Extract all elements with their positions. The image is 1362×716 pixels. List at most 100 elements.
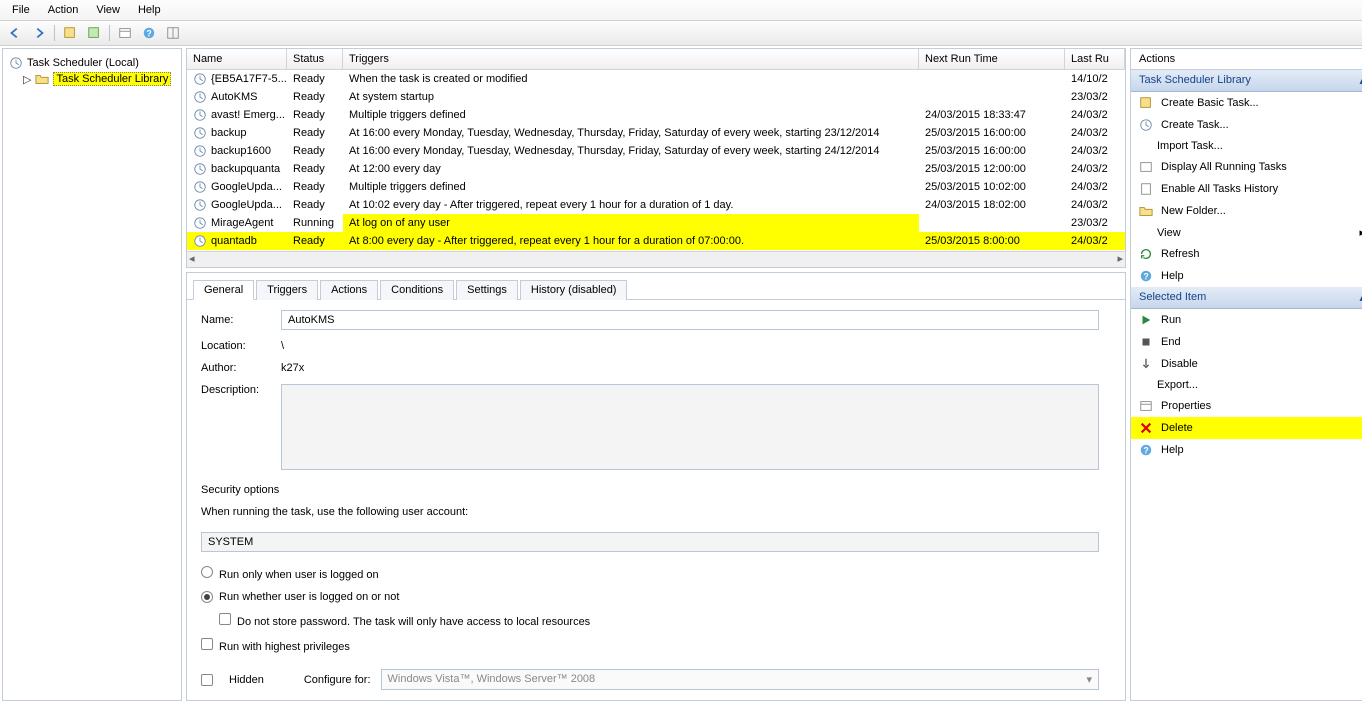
action-refresh[interactable]: Refresh xyxy=(1131,243,1362,265)
col-name[interactable]: Name xyxy=(187,49,287,69)
cell-next: 25/03/2015 16:00:00 xyxy=(919,142,1065,160)
pane-toolbar[interactable] xyxy=(162,23,184,43)
action-new-folder[interactable]: New Folder... xyxy=(1131,200,1362,222)
svg-text:?: ? xyxy=(1143,272,1148,282)
cell-name: GoogleUpda... xyxy=(211,199,282,211)
configure-combo[interactable]: Windows Vista™, Windows Server™ 2008 ▾ xyxy=(381,669,1099,690)
cell-trigger: At system startup xyxy=(343,88,919,106)
check-hidden[interactable] xyxy=(201,674,213,686)
description-field[interactable] xyxy=(281,384,1099,470)
action-export[interactable]: Export... xyxy=(1131,375,1362,395)
help-toolbar[interactable]: ? xyxy=(138,23,160,43)
col-last[interactable]: Last Ru xyxy=(1065,49,1125,69)
radio-logged-or-not[interactable]: Run whether user is logged on or not xyxy=(201,591,1099,603)
nav-tree: Task Scheduler (Local) ▷ Task Scheduler … xyxy=(2,48,182,701)
play-icon xyxy=(1139,313,1153,327)
name-label: Name: xyxy=(201,314,273,326)
action-end[interactable]: End xyxy=(1131,331,1362,353)
table-row[interactable]: GoogleUpda...ReadyAt 10:02 every day - A… xyxy=(187,196,1125,214)
help-icon: ? xyxy=(142,26,156,40)
properties-icon xyxy=(1139,399,1153,413)
tab-conditions[interactable]: Conditions xyxy=(380,280,454,300)
tab-triggers[interactable]: Triggers xyxy=(256,280,318,300)
cell-last: 24/03/2 xyxy=(1065,196,1125,214)
cell-trigger: At 16:00 every Monday, Tuesday, Wednesda… xyxy=(343,124,919,142)
table-row[interactable]: quantadbReadyAt 8:00 every day - After t… xyxy=(187,232,1125,250)
back-button[interactable] xyxy=(4,23,26,43)
cell-last: 24/03/2 xyxy=(1065,124,1125,142)
divider xyxy=(54,25,55,41)
action-view[interactable]: View ▸ xyxy=(1131,222,1362,243)
radio-logged-on[interactable]: Run only when user is logged on xyxy=(201,566,1099,581)
task-icon xyxy=(193,90,207,104)
action-display-running[interactable]: Display All Running Tasks xyxy=(1131,156,1362,178)
author-value: k27x xyxy=(281,362,304,374)
check-highest-priv[interactable]: Run with highest privileges xyxy=(201,638,1099,653)
table-row[interactable]: {EB5A17F7-5...ReadyWhen the task is crea… xyxy=(187,70,1125,88)
tab-settings[interactable]: Settings xyxy=(456,280,518,300)
folder-icon xyxy=(1139,204,1153,218)
action-disable[interactable]: Disable xyxy=(1131,353,1362,375)
stop-icon xyxy=(1139,335,1153,349)
cell-last: 24/03/2 xyxy=(1065,160,1125,178)
actions-panel: Actions Task Scheduler Library ▴ Create … xyxy=(1130,48,1362,701)
menu-file[interactable]: File xyxy=(4,2,38,18)
action-enable-history[interactable]: Enable All Tasks History xyxy=(1131,178,1362,200)
action-create-basic[interactable]: Create Basic Task... xyxy=(1131,92,1362,114)
table-row[interactable]: GoogleUpda...ReadyMultiple triggers defi… xyxy=(187,178,1125,196)
table-row[interactable]: avast! Emerg...ReadyMultiple triggers de… xyxy=(187,106,1125,124)
cell-last: 23/03/2 xyxy=(1065,214,1125,232)
expand-icon[interactable]: ▷ xyxy=(23,73,31,86)
action-create-task[interactable]: Create Task... xyxy=(1131,114,1362,136)
cell-last: 24/03/2 xyxy=(1065,142,1125,160)
action-import[interactable]: Import Task... xyxy=(1131,136,1362,156)
menu-help[interactable]: Help xyxy=(130,2,169,18)
svg-text:?: ? xyxy=(146,29,151,39)
menu-view[interactable]: View xyxy=(88,2,128,18)
table-row[interactable]: MirageAgentRunningAt log on of any user2… xyxy=(187,214,1125,232)
col-status[interactable]: Status xyxy=(287,49,343,69)
hidden-label: Hidden xyxy=(229,674,264,686)
cell-name: {EB5A17F7-5... xyxy=(211,73,287,85)
tree-root[interactable]: Task Scheduler (Local) xyxy=(7,55,177,71)
name-field[interactable]: AutoKMS xyxy=(281,310,1099,330)
table-row[interactable]: AutoKMSReadyAt system startup23/03/2 xyxy=(187,88,1125,106)
author-label: Author: xyxy=(201,362,273,374)
properties-toolbar[interactable] xyxy=(114,23,136,43)
action-properties[interactable]: Properties xyxy=(1131,395,1362,417)
action-help-2[interactable]: ? Help xyxy=(1131,439,1362,461)
tab-actions[interactable]: Actions xyxy=(320,280,378,300)
table-row[interactable]: backupquantaReadyAt 12:00 every day25/03… xyxy=(187,160,1125,178)
col-triggers[interactable]: Triggers xyxy=(343,49,919,69)
tab-history[interactable]: History (disabled) xyxy=(520,280,628,300)
menu-action[interactable]: Action xyxy=(40,2,87,18)
cell-next xyxy=(919,70,1065,88)
task-details: General Triggers Actions Conditions Sett… xyxy=(186,272,1126,701)
section-selected[interactable]: Selected Item ▴ xyxy=(1131,287,1362,309)
forward-button[interactable] xyxy=(28,23,50,43)
col-next[interactable]: Next Run Time xyxy=(919,49,1065,69)
column-headers: Name Status Triggers Next Run Time Last … xyxy=(187,49,1125,70)
cell-trigger: At 16:00 every Monday, Tuesday, Wednesda… xyxy=(343,142,919,160)
table-row[interactable]: backupReadyAt 16:00 every Monday, Tuesda… xyxy=(187,124,1125,142)
action-help[interactable]: ? Help xyxy=(1131,265,1362,287)
task-rows: {EB5A17F7-5...ReadyWhen the task is crea… xyxy=(187,70,1125,251)
section-library[interactable]: Task Scheduler Library ▴ xyxy=(1131,70,1362,92)
tree-root-label: Task Scheduler (Local) xyxy=(27,57,139,69)
horizontal-scrollbar[interactable] xyxy=(187,251,1125,267)
task-icon xyxy=(193,126,207,140)
cell-next: 25/03/2015 10:02:00 xyxy=(919,178,1065,196)
cell-trigger: At 10:02 every day - After triggered, re… xyxy=(343,196,919,214)
action-run[interactable]: Run xyxy=(1131,309,1362,331)
cell-name: backupquanta xyxy=(211,163,280,175)
check-no-password[interactable]: Do not store password. The task will onl… xyxy=(201,613,1099,628)
action-delete[interactable]: Delete xyxy=(1131,417,1362,439)
table-row[interactable]: backup1600ReadyAt 16:00 every Monday, Tu… xyxy=(187,142,1125,160)
create-basic-toolbar[interactable] xyxy=(59,23,81,43)
tree-library[interactable]: ▷ Task Scheduler Library xyxy=(21,71,177,87)
cell-last: 24/03/2 xyxy=(1065,178,1125,196)
tab-general[interactable]: General xyxy=(193,280,254,300)
cell-next: 24/03/2015 18:33:47 xyxy=(919,106,1065,124)
create-toolbar[interactable] xyxy=(83,23,105,43)
cell-next: 25/03/2015 16:00:00 xyxy=(919,124,1065,142)
